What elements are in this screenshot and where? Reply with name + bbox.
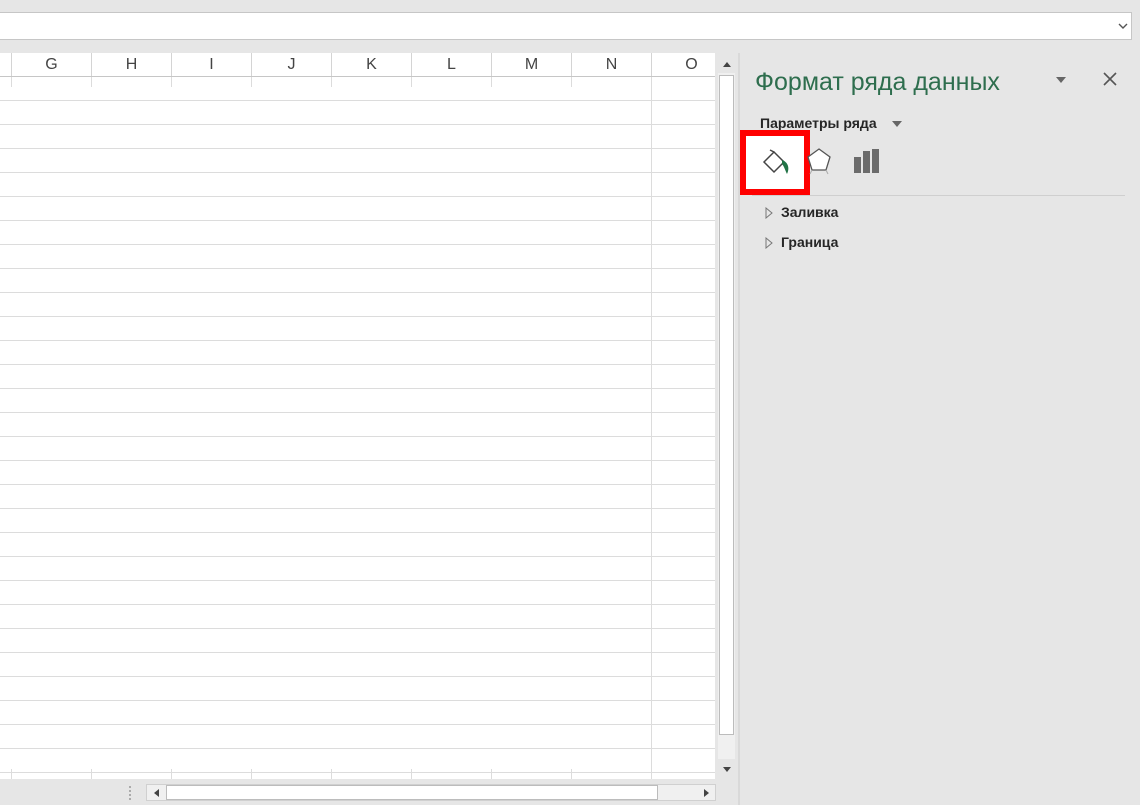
- vertical-scrollbar[interactable]: [715, 53, 738, 779]
- column-header[interactable]: J: [251, 53, 331, 76]
- column-header[interactable]: I: [171, 53, 251, 76]
- format-data-series-pane: Формат ряда данных Параметры ряда Заливк…: [740, 53, 1140, 805]
- triangle-up-icon: [722, 61, 731, 67]
- scroll-up-button[interactable]: [718, 55, 735, 72]
- column-header[interactable]: O: [651, 53, 715, 76]
- grid-line: [331, 77, 332, 87]
- chevron-down-icon[interactable]: [890, 119, 904, 129]
- grid-line: [651, 77, 652, 779]
- column-headers: G H I J K L M N O: [0, 53, 715, 77]
- column-header[interactable]: G: [11, 53, 91, 76]
- horizontal-scrollbar[interactable]: [0, 779, 738, 805]
- chevron-down-icon[interactable]: [1117, 20, 1129, 32]
- spreadsheet-grid[interactable]: G H I J K L M N O: [0, 53, 715, 779]
- grid-line: [411, 77, 412, 87]
- grid-line: [491, 77, 492, 87]
- grid-line: [251, 769, 252, 779]
- grid-line: [91, 77, 92, 87]
- series-options-dropdown[interactable]: Параметры ряда: [760, 115, 877, 131]
- grid-line: [171, 769, 172, 779]
- section-label: Граница: [781, 234, 839, 250]
- expand-triangle-icon: [765, 237, 773, 250]
- grid-line: [11, 77, 12, 87]
- close-icon[interactable]: [1102, 71, 1118, 87]
- grid-line: [411, 769, 412, 779]
- expand-triangle-icon: [765, 207, 773, 220]
- grid-line: [91, 769, 92, 779]
- formula-input[interactable]: [0, 12, 1132, 40]
- column-header[interactable]: H: [91, 53, 171, 76]
- task-pane-options-icon[interactable]: [1054, 75, 1068, 85]
- grid-line: [251, 77, 252, 87]
- pentagon-effects-icon[interactable]: [806, 146, 832, 176]
- scroll-left-button[interactable]: [147, 784, 164, 801]
- grid-line: [491, 769, 492, 779]
- formula-bar: [0, 0, 1140, 52]
- triangle-left-icon: [153, 788, 159, 797]
- triangle-right-icon: [703, 788, 709, 797]
- scroll-thumb[interactable]: [719, 75, 734, 735]
- column-header[interactable]: K: [331, 53, 411, 76]
- separator: [752, 195, 1125, 196]
- scroll-right-button[interactable]: [698, 784, 715, 801]
- grid-line: [171, 77, 172, 87]
- pane-title: Формат ряда данных: [755, 68, 1000, 96]
- column-header[interactable]: L: [411, 53, 491, 76]
- triangle-down-icon: [722, 766, 731, 772]
- grid-line: [331, 769, 332, 779]
- section-label: Заливка: [781, 204, 839, 220]
- column-header[interactable]: M: [491, 53, 571, 76]
- paint-bucket-icon: [762, 149, 789, 174]
- grid-line: [11, 769, 12, 779]
- section-border[interactable]: Граница: [764, 234, 838, 250]
- cell-grid[interactable]: [0, 77, 715, 779]
- section-fill[interactable]: Заливка: [764, 204, 838, 220]
- scroll-down-button[interactable]: [718, 761, 735, 778]
- scroll-thumb[interactable]: [166, 785, 658, 800]
- grid-line: [571, 769, 572, 779]
- grid-line: [571, 77, 572, 87]
- bar-chart-icon[interactable]: [852, 147, 882, 175]
- column-header[interactable]: N: [571, 53, 651, 76]
- split-grip-icon[interactable]: [128, 785, 132, 801]
- tab-fill-line[interactable]: [740, 130, 810, 195]
